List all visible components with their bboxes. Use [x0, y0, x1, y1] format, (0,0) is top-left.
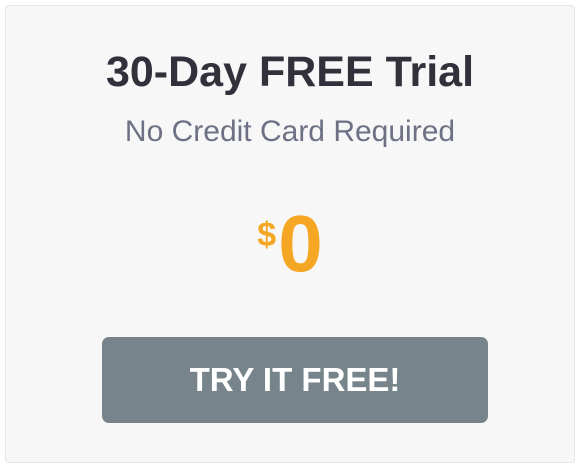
- trial-subtitle: No Credit Card Required: [124, 115, 456, 148]
- trial-title: 30-Day FREE Trial: [105, 48, 475, 96]
- try-it-free-button[interactable]: TRY IT FREE!: [102, 337, 488, 423]
- price-display: $0: [6, 201, 574, 287]
- trial-pricing-card: 30-Day FREE Trial No Credit Card Require…: [5, 5, 575, 463]
- currency-symbol: $: [257, 216, 277, 254]
- price-amount: 0: [278, 199, 323, 288]
